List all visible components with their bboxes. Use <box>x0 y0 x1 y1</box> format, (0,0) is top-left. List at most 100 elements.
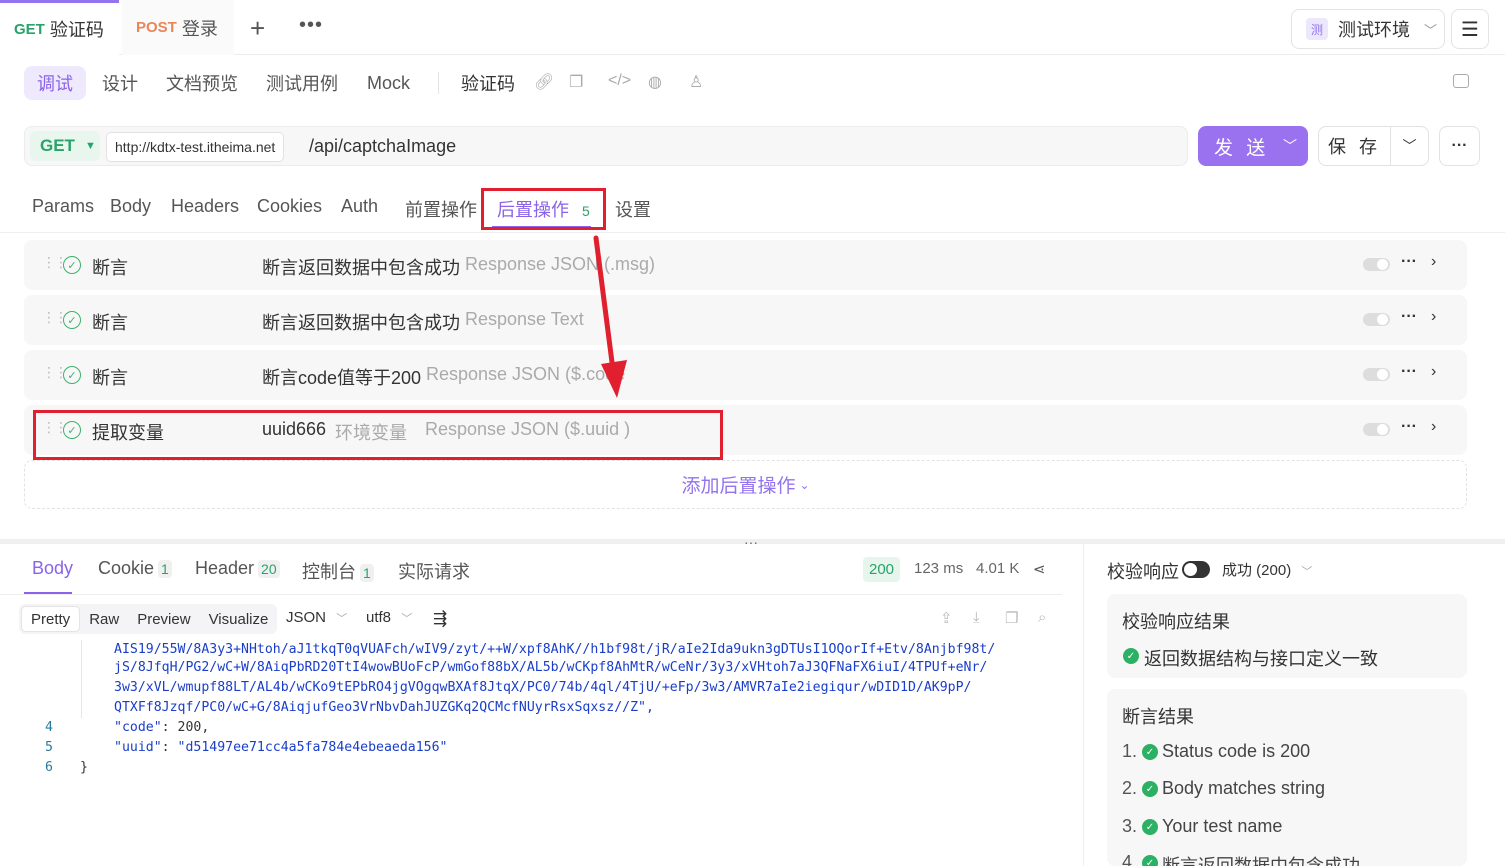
subtab-doc-preview[interactable]: 文档预览 <box>166 66 238 100</box>
highlight-box <box>33 410 723 460</box>
environment-name: 测试环境 <box>1338 20 1410 40</box>
more-icon[interactable]: ··· <box>1401 363 1417 381</box>
tab-params[interactable]: Params <box>32 196 94 217</box>
chevron-down-icon: ﹀ <box>1301 566 1313 578</box>
language-select[interactable]: JSON ﹀ <box>286 609 347 626</box>
chevron-down-icon[interactable]: ﹀ <box>1272 136 1308 156</box>
validate-status: 成功 (200) <box>1222 562 1292 579</box>
share-user-icon[interactable]: ♙ <box>689 72 703 92</box>
check-circle-icon: ✓ <box>1142 855 1158 866</box>
chevron-down-icon[interactable]: ﹀ <box>1391 136 1428 156</box>
format-preview[interactable]: Preview <box>128 606 199 632</box>
assert-text: Status code is 200 <box>1162 741 1311 761</box>
language-value: JSON <box>286 609 327 626</box>
chevron-right-icon[interactable]: › <box>1431 308 1436 326</box>
encoding-select[interactable]: utf8 ﹀ <box>366 609 412 626</box>
code-line: "uuid": "d51497ee71cc4a5fa784e4ebeaeda15… <box>114 740 448 755</box>
add-post-op-button[interactable]: 添加后置操作 ⌄ <box>24 460 1467 509</box>
base-url[interactable]: http://kdtx-test.itheima.net <box>106 132 285 162</box>
subtab-test-cases[interactable]: 测试用例 <box>266 66 338 100</box>
check-circle-icon[interactable]: ✓ <box>63 311 81 329</box>
request-tab-login[interactable]: POST 登录 <box>122 0 234 55</box>
subtab-debug[interactable]: 调试 <box>24 66 86 100</box>
download-icon[interactable]: ⤓ <box>973 609 980 626</box>
encoding-value: utf8 <box>366 609 392 626</box>
post-op-row[interactable] <box>24 350 1467 400</box>
tab-auth[interactable]: Auth <box>341 196 378 217</box>
format-visualize[interactable]: Visualize <box>200 606 278 632</box>
share-icon[interactable]: ⋖ <box>1033 560 1046 578</box>
upload-icon[interactable]: ⇪ <box>940 609 953 627</box>
resp-tab-body[interactable]: Body <box>32 558 73 579</box>
tab-body[interactable]: Body <box>110 196 151 217</box>
menu-icon[interactable]: ☰ <box>1451 9 1489 49</box>
resp-tab-actual-request[interactable]: 实际请求 <box>398 558 470 584</box>
environment-select[interactable]: 测 测试环境 ﹀ <box>1291 9 1445 49</box>
resp-tab-count: 1 <box>158 560 172 578</box>
validate-status-select[interactable]: 成功 (200) ﹀ <box>1222 559 1312 580</box>
indent-guide <box>81 640 82 718</box>
tab-settings[interactable]: 设置 <box>615 196 651 222</box>
subtab-design[interactable]: 设计 <box>102 66 138 100</box>
environment-badge-icon: 测 <box>1306 18 1328 40</box>
check-circle-icon[interactable]: ✓ <box>63 366 81 384</box>
code-icon[interactable]: </> <box>608 72 631 90</box>
save-button[interactable]: 保 存 ﹀ <box>1318 126 1429 166</box>
format-raw[interactable]: Raw <box>80 606 128 632</box>
chevron-down-icon: ▼ <box>84 140 96 152</box>
tab-cookies[interactable]: Cookies <box>257 196 322 217</box>
check-circle-icon[interactable]: ✓ <box>63 256 81 274</box>
status-badge: 200 <box>863 557 901 582</box>
op-toggle[interactable] <box>1363 368 1390 381</box>
post-op-row[interactable] <box>24 240 1467 290</box>
validate-toggle[interactable] <box>1182 561 1210 578</box>
tab-pre-ops[interactable]: 前置操作 <box>405 196 477 222</box>
more-tabs-icon[interactable]: ••• <box>299 14 323 37</box>
copy-icon[interactable]: ❐ <box>1005 609 1018 627</box>
send-button[interactable]: 发 送 ﹀ <box>1198 126 1308 166</box>
annotation-arrow <box>593 235 627 398</box>
post-op-row[interactable] <box>24 295 1467 345</box>
code-line: jS/8JfqH/PG2/wC+W/8AiqPbRD20TtI4wowBUoFc… <box>114 660 988 675</box>
wrap-lines-icon[interactable]: ⇶ <box>433 609 447 629</box>
method-value: GET <box>40 136 75 155</box>
url-path-input[interactable]: /api/captchaImage <box>309 136 456 157</box>
send-label: 发 送 <box>1214 137 1270 159</box>
code-line: AIS19/55W/8A3y3+NHtoh/aJ1tkqT0qVUAFch/wI… <box>114 642 996 656</box>
code-line: "code": 200, <box>114 720 210 735</box>
code-line: } <box>80 760 88 775</box>
check-circle-icon: ✓ <box>1123 648 1139 664</box>
subtab-mock[interactable]: Mock <box>367 66 410 100</box>
op-type: 断言 <box>92 368 128 388</box>
more-icon[interactable]: ··· <box>1401 418 1417 436</box>
assert-index: 2. <box>1122 778 1138 798</box>
copy-icon[interactable]: ❐ <box>569 72 583 92</box>
result-text: 返回数据结构与接口定义一致 <box>1144 649 1378 669</box>
drag-handle-icon[interactable]: ··· <box>744 534 758 550</box>
resp-tab-console[interactable]: 控制台 1 <box>302 558 374 584</box>
more-icon[interactable]: ··· <box>1401 308 1417 326</box>
chevron-right-icon[interactable]: › <box>1431 363 1436 381</box>
link-icon[interactable]: 🔗︎ <box>534 72 554 92</box>
resp-tab-cookie[interactable]: Cookie 1 <box>98 558 172 579</box>
line-number: 6 <box>45 760 53 775</box>
new-tab-plus-icon[interactable]: + <box>250 13 265 44</box>
chevron-right-icon[interactable]: › <box>1431 253 1436 271</box>
more-options-icon[interactable]: ··· <box>1439 126 1480 166</box>
tab-name: 验证码 <box>49 20 104 40</box>
panel-layout-icon[interactable] <box>1453 74 1469 88</box>
request-tab-captcha[interactable]: GET 验证码 <box>0 0 119 55</box>
chevron-right-icon[interactable]: › <box>1431 418 1436 436</box>
op-toggle[interactable] <box>1363 258 1390 271</box>
method-select[interactable]: GET ▼ <box>30 131 100 161</box>
search-icon[interactable]: ⌕ <box>1038 609 1046 626</box>
resp-tab-header[interactable]: Header 20 <box>195 558 280 579</box>
tab-headers[interactable]: Headers <box>171 196 239 217</box>
format-pretty[interactable]: Pretty <box>21 606 81 632</box>
assert-index: 3. <box>1122 816 1138 836</box>
globe-icon[interactable]: ◍ <box>648 72 662 92</box>
more-icon[interactable]: ··· <box>1401 253 1417 271</box>
op-toggle[interactable] <box>1363 313 1390 326</box>
op-toggle[interactable] <box>1363 423 1390 436</box>
assert-text: Body matches string <box>1162 778 1326 798</box>
